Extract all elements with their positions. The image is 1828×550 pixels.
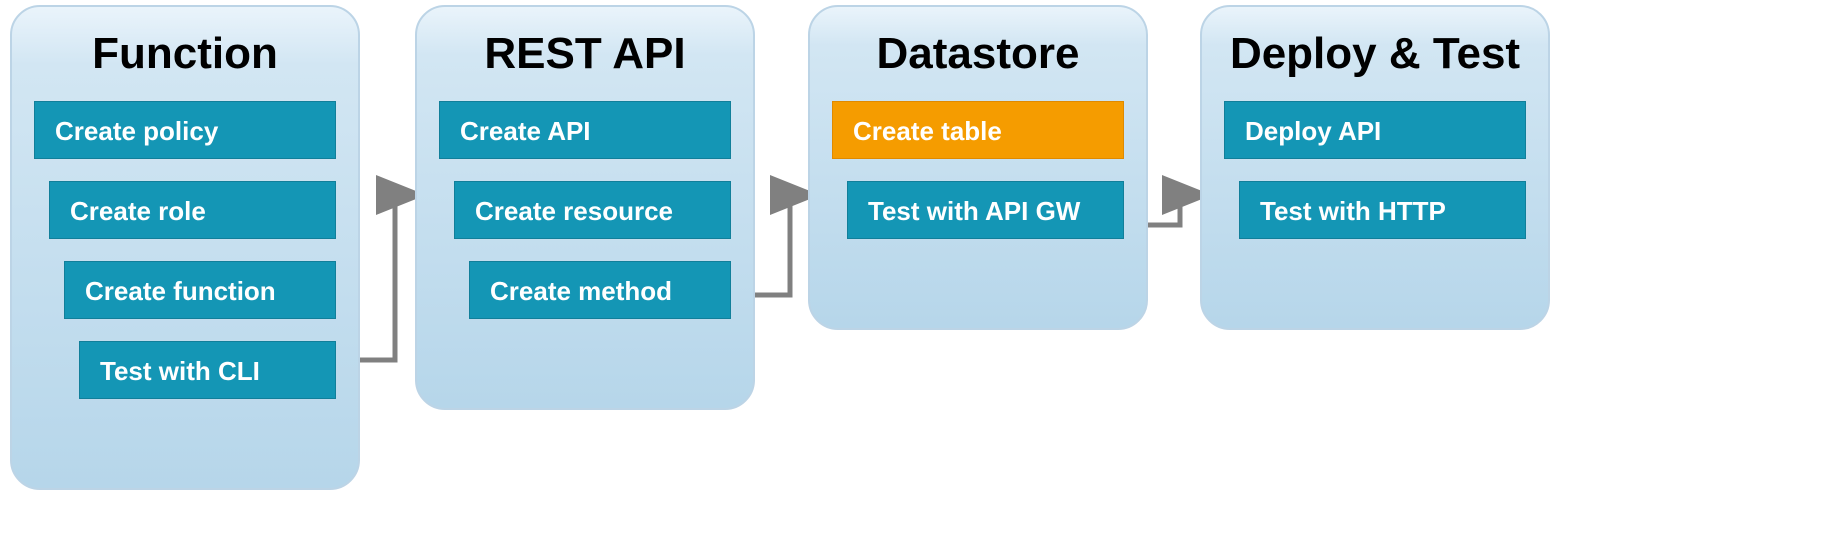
step-create-role: Create role [49,181,336,239]
card-function: Function Create policy Create role Create f… [10,5,360,490]
step-test-with-http: Test with HTTP [1239,181,1526,239]
connector-arrow-0 [360,195,416,360]
card-rest-api: REST API Create API Create resource Create … [415,5,755,410]
step-deploy-api: Deploy API [1224,101,1526,159]
card-title: Function [34,29,336,79]
step-create-api: Create API [439,101,731,159]
step-create-table: Create table [832,101,1124,159]
card-title: REST API [439,29,731,79]
step-test-with-cli: Test with CLI [79,341,336,399]
step-create-resource: Create resource [454,181,731,239]
connector-arrow-1 [755,195,810,295]
card-title: Deploy & Test [1224,29,1526,79]
step-create-function: Create function [64,261,336,319]
step-test-with-api-gw: Test with API GW [847,181,1124,239]
step-create-policy: Create policy [34,101,336,159]
card-datastore: Datastore Create table Test with API GW [808,5,1148,330]
connector-arrow-2 [1148,195,1202,225]
card-title: Datastore [832,29,1124,79]
step-create-method: Create method [469,261,731,319]
card-deploy-test: Deploy & Test Deploy API Test with HTTP [1200,5,1550,330]
